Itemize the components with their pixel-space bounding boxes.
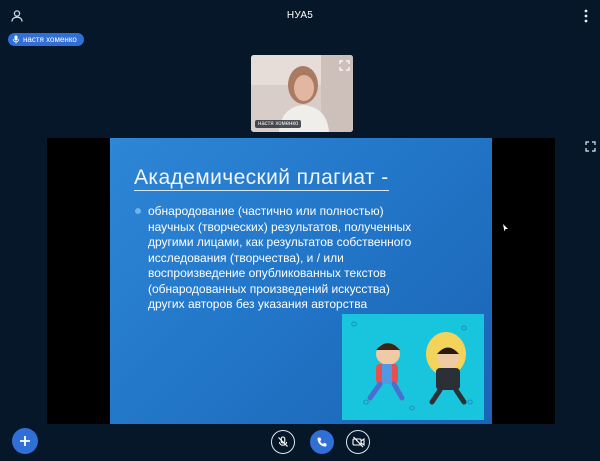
mouse-cursor-icon <box>503 224 508 232</box>
share-webcam-button[interactable] <box>346 430 370 454</box>
bullet-icon <box>135 208 141 214</box>
talking-user-name: настя хоменко <box>23 35 77 44</box>
fullscreen-icon[interactable] <box>585 139 596 152</box>
mic-off-icon <box>278 436 288 447</box>
slide-line: других авторов без указания авторства <box>148 297 368 311</box>
microphone-icon <box>12 35 20 44</box>
mute-microphone-button[interactable] <box>271 430 295 454</box>
slide-line: обнародование (частично или полностью) <box>148 204 384 218</box>
slide-line: (обнародованных произведений искусства) <box>148 281 390 296</box>
slide-line: исследования (творчества), и / или <box>148 250 344 265</box>
fullscreen-icon[interactable] <box>339 58 350 71</box>
more-vertical-icon[interactable] <box>580 8 592 24</box>
cartoon-illustration <box>342 314 484 420</box>
phone-icon <box>317 437 327 447</box>
actions-plus-button[interactable] <box>12 428 38 454</box>
video-off-icon <box>351 436 365 448</box>
leave-audio-button[interactable] <box>310 430 334 454</box>
webcam-tile[interactable]: настя хоменко <box>251 55 353 132</box>
slide-body: обнародование (частично или полностью) н… <box>135 204 468 313</box>
slide-title: Академический плагиат - <box>134 166 389 191</box>
presentation-slide: Академический плагиат - обнародование (ч… <box>110 138 492 424</box>
slide-line: воспроизведение опубликованных текстов <box>148 266 386 280</box>
plus-icon <box>20 436 30 446</box>
slide-line: другими лицами, как результатов собствен… <box>148 235 412 249</box>
talking-indicator[interactable]: настя хоменко <box>8 33 84 46</box>
webcam-user-name: настя хоменко <box>255 120 302 128</box>
top-bar: НУА5 <box>0 0 600 32</box>
slide-line: научных (творческих) результатов, получе… <box>148 219 412 234</box>
meeting-title: НУА5 <box>286 10 314 21</box>
